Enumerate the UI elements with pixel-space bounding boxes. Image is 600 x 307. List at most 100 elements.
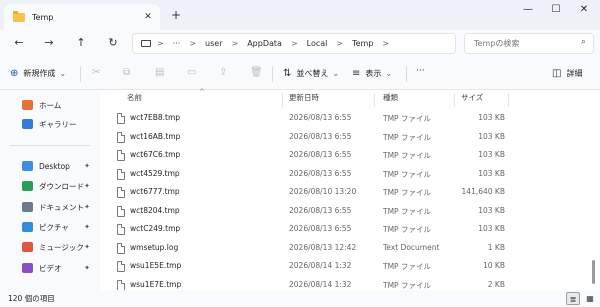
file-icon	[117, 205, 125, 217]
sidebar-item-label: ビデオ	[39, 263, 62, 273]
new-tab-button[interactable]: +	[171, 8, 181, 22]
file-icon	[117, 279, 125, 291]
tab-title: Temp	[32, 12, 54, 22]
pin-icon: ✦	[84, 203, 90, 211]
home-icon	[22, 100, 33, 110]
file-size: 103 KB	[478, 224, 505, 233]
tab-temp[interactable]: Temp ✕	[4, 4, 160, 30]
address-bar-row: ← → ↑ ↻ > ··· > user > AppData > Local >…	[0, 30, 600, 57]
file-size: 10 KB	[483, 261, 505, 270]
file-icon	[117, 224, 125, 235]
sidebar-item-downloads[interactable]: ダウンロード ✦	[0, 177, 100, 195]
breadcrumb-sep: >	[231, 39, 239, 48]
table-row[interactable]: wct6777.tmp 2026/08/10 13:20 TMP ファイル 141,6…	[100, 183, 595, 202]
search-input[interactable]: Tempの検索 ⌕	[464, 33, 594, 54]
breadcrumb-sep[interactable]: >	[157, 39, 164, 48]
vertical-scrollbar[interactable]	[592, 260, 595, 284]
breadcrumb-appdata[interactable]: AppData	[247, 39, 282, 48]
pin-icon: ✦	[84, 264, 90, 272]
sidebar-item-desktop[interactable]: Desktop ✦	[0, 157, 100, 175]
file-icon	[117, 168, 125, 180]
file-type: TMP ファイル	[383, 132, 431, 142]
documents-icon	[22, 202, 33, 212]
rename-icon[interactable]: ▭	[187, 67, 196, 78]
pin-icon: ✦	[84, 162, 90, 170]
view-label: 表示	[365, 69, 382, 78]
sidebar-item-label: Desktop	[39, 161, 70, 171]
file-icon	[117, 242, 125, 254]
chevron-down-icon: ⌄	[332, 69, 340, 78]
file-list: ^ 名前 更新日時 種類 サイズ wct7EB8.tmp 2026/08/13 6…	[100, 88, 600, 291]
column-header-size[interactable]: サイズ	[461, 90, 483, 106]
file-size: 103 KB	[478, 131, 505, 141]
file-type: TMP ファイル	[383, 151, 431, 160]
file-icon	[117, 150, 125, 161]
tiles-view-button[interactable]: ▦	[583, 292, 597, 305]
maximize-button[interactable]: ☐	[544, 4, 568, 15]
paste-icon[interactable]: ▤	[155, 67, 164, 78]
file-name: wctC249.tmp	[130, 224, 181, 233]
back-button[interactable]: ←	[10, 35, 28, 51]
table-row[interactable]: wct4529.tmp 2026/08/13 6:55 TMP ファイル 103 KB	[100, 165, 595, 184]
sort-arrow-icon: ^	[199, 88, 205, 96]
refresh-button[interactable]: ↻	[104, 35, 122, 51]
delete-icon[interactable]: 🗑	[250, 67, 263, 78]
sidebar-item-gallery[interactable]: ギャラリー	[0, 115, 100, 133]
breadcrumb-sep[interactable]: >	[382, 39, 389, 48]
file-type: TMP ファイル	[383, 114, 431, 123]
sidebar-item-music[interactable]: ミュージック ✦	[0, 238, 100, 256]
sidebar-item-label: ホーム	[39, 100, 62, 110]
table-row[interactable]: wct7EB8.tmp 2026/08/13 6:55 TMP ファイル 103 KB	[100, 109, 595, 128]
sort-button[interactable]: ⇅ 並べ替え ⌄	[283, 68, 339, 79]
breadcrumb-local[interactable]: Local	[307, 39, 328, 48]
copy-icon[interactable]: ⧉	[123, 67, 130, 78]
file-type: TMP ファイル	[383, 280, 431, 290]
sidebar-item-documents[interactable]: ドキュメント ✦	[0, 198, 100, 216]
more-options-button[interactable]: ···	[416, 66, 425, 76]
table-row[interactable]: wsu1E5E.tmp 2026/08/14 1:32 TMP ファイル 10 KB	[100, 257, 595, 276]
table-row[interactable]: wct8204.tmp 2026/08/13 6:55 TMP ファイル 103 KB	[100, 202, 595, 221]
file-type: TMP ファイル	[383, 262, 431, 271]
file-modified: 2026/08/14 1:32	[289, 279, 352, 289]
view-button[interactable]: ≡ 表示 ⌄	[352, 68, 392, 79]
column-header-type[interactable]: 種類	[383, 90, 398, 106]
table-row[interactable]: wmsetup.log 2026/08/13 12:42 Text Document…	[100, 239, 595, 258]
file-name: wct7EB8.tmp	[130, 113, 181, 122]
sidebar-item-videos[interactable]: ビデオ ✦	[0, 259, 100, 277]
sidebar-item-home[interactable]: ホーム	[0, 96, 100, 114]
breadcrumb-more[interactable]: ···	[173, 39, 181, 48]
new-button[interactable]: ⊕ 新規作成 ⌄	[10, 68, 66, 79]
up-button[interactable]: ↑	[72, 35, 90, 51]
file-type: TMP ファイル	[383, 225, 431, 234]
pin-icon: ✦	[84, 243, 90, 251]
column-divider[interactable]	[454, 93, 455, 107]
table-row[interactable]: wct16AB.tmp 2026/08/13 6:55 TMP ファイル 103 KB	[100, 128, 595, 147]
file-name: wct67C6.tmp	[130, 150, 181, 159]
file-name: wct6777.tmp	[130, 187, 180, 196]
share-icon[interactable]: ⇪	[219, 67, 227, 78]
sidebar-item-label: ギャラリー	[39, 119, 77, 129]
breadcrumb-temp[interactable]: Temp	[352, 39, 373, 48]
file-name: wct16AB.tmp	[130, 131, 181, 141]
file-icon	[117, 187, 125, 198]
column-divider[interactable]	[508, 93, 509, 107]
column-header-name[interactable]: 名前	[127, 90, 142, 106]
details-button[interactable]: ◫ 詳細	[552, 68, 582, 79]
table-row[interactable]: wct67C6.tmp 2026/08/13 6:55 TMP ファイル 103 KB	[100, 146, 595, 165]
close-tab-icon[interactable]: ✕	[140, 12, 156, 22]
details-view-button[interactable]: ≣	[566, 292, 580, 305]
desktop-icon	[22, 161, 33, 171]
breadcrumb-user[interactable]: user	[205, 39, 222, 48]
close-window-button[interactable]: ✕	[572, 4, 596, 15]
table-row[interactable]: wctC249.tmp 2026/08/13 6:55 TMP ファイル 103 KB	[100, 220, 595, 239]
sidebar-item-pictures[interactable]: ピクチャ ✦	[0, 218, 100, 236]
cut-icon[interactable]: ✂	[92, 67, 100, 78]
minimize-button[interactable]: —	[516, 4, 540, 15]
column-divider[interactable]	[282, 93, 283, 107]
forward-button[interactable]: →	[40, 35, 58, 51]
column-divider[interactable]	[374, 93, 375, 107]
column-header-modified[interactable]: 更新日時	[289, 90, 319, 106]
file-modified: 2026/08/13 6:55	[289, 205, 352, 215]
address-box[interactable]: > ··· > user > AppData > Local > Temp >	[132, 33, 456, 54]
file-modified: 2026/08/13 6:55	[289, 131, 352, 141]
